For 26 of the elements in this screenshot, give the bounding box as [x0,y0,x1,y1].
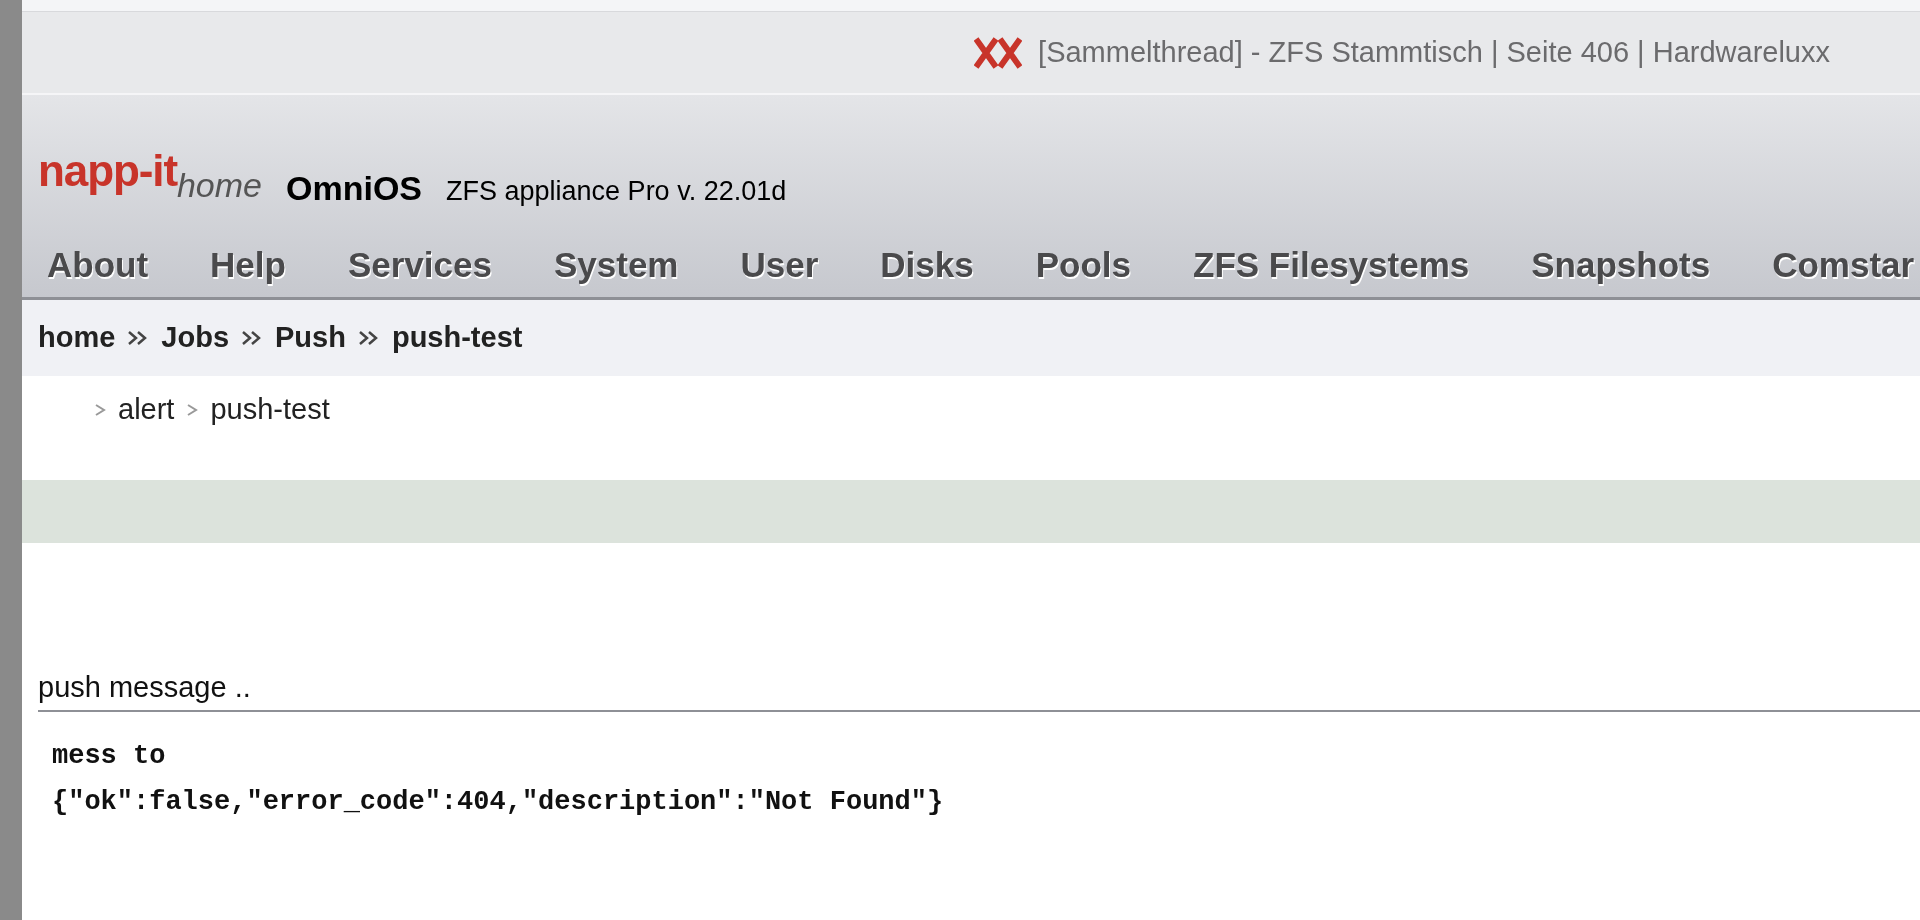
nav-link[interactable]: Comstar [1772,239,1915,292]
os-name: OmniOS [286,171,423,205]
nav-link[interactable]: Services [347,239,492,292]
section-title: push message .. [38,671,251,703]
subnav-link[interactable]: alert [118,388,175,432]
output-line: {"ok":false,"error_code":404,"description":"Not Found"} [52,786,945,819]
output-line: mess to [52,739,167,773]
nav-link[interactable]: Pools [1035,239,1132,292]
breadcrumb-link[interactable]: home [38,316,116,360]
nav-link[interactable]: ZFS Filesystems [1193,239,1470,292]
breadcrumb-link[interactable]: Push [275,316,346,360]
chevron-icon [186,402,199,417]
subnav-link[interactable]: push-test [210,388,330,432]
nav-link[interactable]: System [553,239,679,292]
crossed-x-icon [974,36,1023,69]
breadcrumb-link[interactable]: Jobs [161,316,230,360]
nav-link[interactable]: Help [210,239,286,292]
chevron-icon [94,402,106,417]
nav-link[interactable]: About [47,239,149,292]
nav-link[interactable]: Snapshots [1531,239,1711,292]
nav-link[interactable]: User [740,239,819,292]
breadcrumb-link[interactable]: push-test [391,316,523,360]
version-text: ZFS appliance Pro v. 22.01d [446,178,787,205]
nav-link[interactable]: Disks [880,239,974,292]
page-title: [Sammelthread] - ZFS Stammtisch | Seite 406 | Hardwareluxx [1038,34,1830,70]
double-chevron-icon [357,330,380,346]
